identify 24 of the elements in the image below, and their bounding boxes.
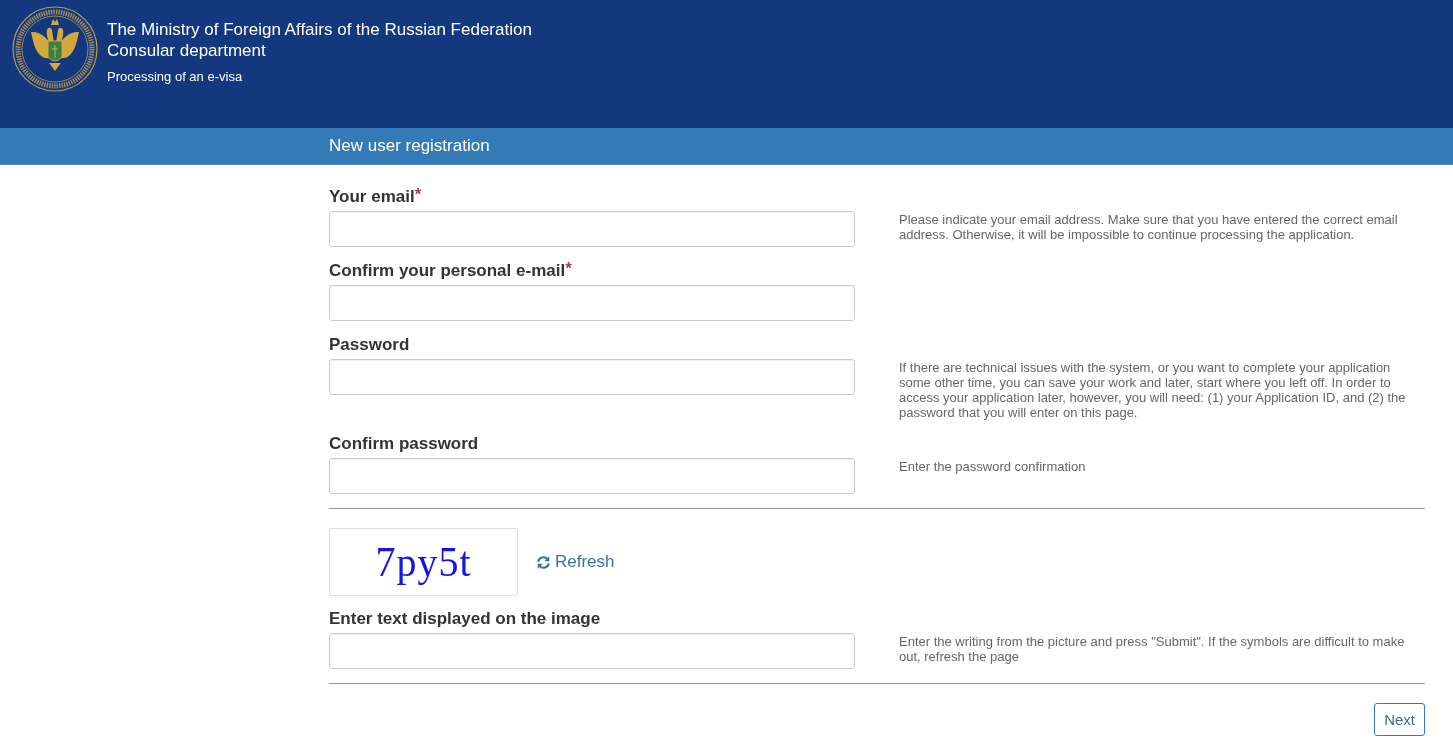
help-text: Please indicate your email address. Make sure that you have entered the correct email address. Otherwise, it will be impossible to continue processing the application. — [899, 211, 1399, 244]
input-field[interactable] — [329, 211, 855, 247]
help-text: Enter the password confirmation — [899, 458, 1087, 476]
help-text: Enter the writing from the picture and press "Submit". If the symbols are difficult to make out, refresh the page — [899, 633, 1406, 666]
next-button[interactable]: Next — [1374, 703, 1425, 736]
field-label: Confirm your personal e-mail — [329, 261, 566, 281]
input-field[interactable] — [329, 285, 855, 321]
field-label: Password — [329, 335, 410, 355]
input-field[interactable] — [329, 633, 855, 669]
section-title: New user registration — [329, 135, 490, 157]
ministry-title: The Ministry of Foreign Affairs of the Russian Federation — [107, 19, 532, 40]
help-text: If there are technical issues with the system, or you want to complete your application some other time, you can save your work and later, start where you left off. In order to access your application later, however, you will need: (1) your Application ID, and (2) the password that you will enter on this page. — [899, 359, 1407, 420]
input-field[interactable] — [329, 458, 855, 494]
field-label: Confirm password — [329, 434, 479, 454]
captcha-text: 7py5t — [375, 538, 472, 586]
field-label: Your email — [329, 187, 415, 207]
page-subtitle: Processing of an e-visa — [107, 69, 243, 85]
refresh-icon — [536, 554, 551, 570]
required-asterisk: * — [565, 261, 572, 277]
input-field[interactable] — [329, 359, 855, 395]
field-label: Enter text displayed on the image — [329, 609, 601, 629]
department-title: Consular department — [107, 40, 266, 61]
refresh-link[interactable]: Refresh — [536, 552, 615, 572]
required-asterisk: * — [414, 187, 422, 203]
